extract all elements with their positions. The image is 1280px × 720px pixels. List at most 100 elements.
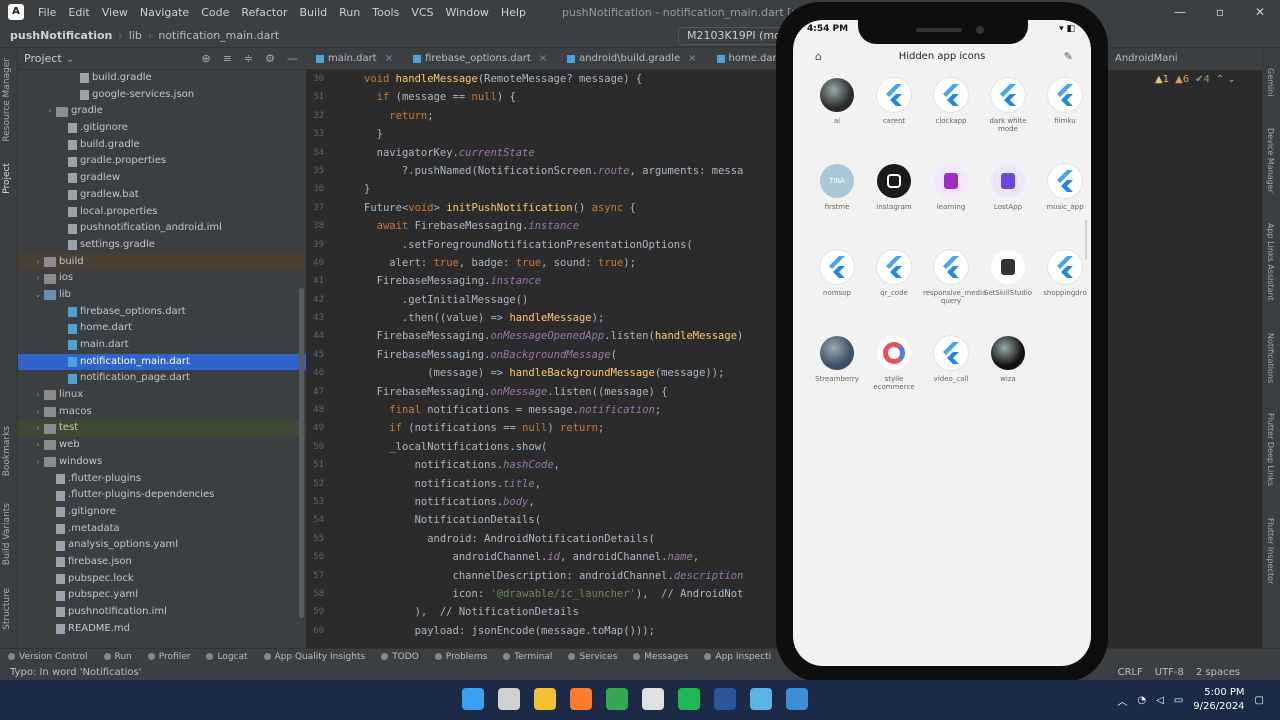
breadcrumb-file[interactable]: notification_main.dart (158, 29, 279, 42)
menu-build[interactable]: Build (294, 6, 334, 19)
tree-item[interactable]: firebase.json (18, 554, 306, 571)
tree-item[interactable]: › web (18, 437, 306, 454)
tree-item[interactable]: notification_page.dart (18, 370, 306, 387)
tree-item[interactable]: ⌄ lib (18, 287, 306, 304)
expand-chevron-icon[interactable]: › (32, 420, 44, 437)
tree-item[interactable]: pubspec.yaml (18, 587, 306, 604)
tool-gemini[interactable]: Gemini (1266, 68, 1275, 96)
tool-device-manager[interactable]: Device Manager (1266, 128, 1275, 193)
volume-icon[interactable]: ◁ (1156, 695, 1164, 706)
tree-item[interactable]: .gitignore (18, 504, 306, 521)
expand-chevron-icon[interactable]: › (32, 437, 44, 454)
hidden-app[interactable]: qr_code (866, 250, 922, 297)
tree-item[interactable]: › ios (18, 270, 306, 287)
status-message[interactable]: Typo: In word 'Notificatios' (10, 667, 141, 678)
inspection-widget[interactable]: ▲1 ▲6 ✔4 ⌃ ⌄ (1155, 74, 1236, 85)
tool-button[interactable]: App Quality Insights (256, 652, 374, 662)
menu-view[interactable]: View (96, 6, 134, 19)
menu-code[interactable]: Code (195, 6, 235, 19)
spotify-icon[interactable] (678, 688, 700, 710)
tree-item[interactable]: home.dart (18, 320, 306, 337)
close-tab-icon[interactable]: × (385, 48, 393, 70)
tree-item[interactable]: .flutter-plugins-dependencies (18, 487, 306, 504)
hidden-app[interactable]: nomsop (809, 250, 865, 297)
tree-item[interactable]: README.md (18, 621, 306, 638)
tree-item[interactable]: build.gradle (18, 137, 306, 154)
tree-item[interactable]: › macos (18, 404, 306, 421)
menu-navigate[interactable]: Navigate (134, 6, 195, 19)
hidden-app[interactable]: instagram (866, 164, 922, 211)
hidden-app[interactable]: SetSkillStudio (980, 250, 1036, 297)
hidden-app[interactable]: music_app (1037, 164, 1091, 211)
tree-item[interactable]: pushnotification.iml (18, 604, 306, 621)
tool-button[interactable]: Problems (427, 652, 495, 662)
hidden-app[interactable]: dark white mode (980, 78, 1036, 133)
file-encoding[interactable]: UTF-8 (1155, 667, 1184, 678)
tree-item[interactable]: › linux (18, 387, 306, 404)
hidden-app[interactable]: video_call (923, 336, 979, 383)
hidden-app[interactable]: stylle ecommerce (866, 336, 922, 391)
word-icon[interactable] (714, 688, 736, 710)
tool-flutter-inspector[interactable]: Flutter Inspector (1266, 518, 1275, 584)
windows-start-icon[interactable] (462, 688, 484, 710)
hidden-app[interactable]: carent (866, 78, 922, 125)
project-panel-title[interactable]: Project (24, 52, 62, 65)
tree-item[interactable]: gradlew (18, 170, 306, 187)
tool-button[interactable]: Services (560, 652, 625, 662)
chrome-icon[interactable] (606, 688, 628, 710)
tool-structure[interactable]: Structure (2, 588, 12, 630)
project-scrollbar[interactable] (299, 288, 304, 618)
menu-edit[interactable]: Edit (62, 6, 95, 19)
tree-item[interactable]: google-services.json (18, 87, 306, 104)
tree-item[interactable]: analysis_options.yaml (18, 537, 306, 554)
expand-chevron-icon[interactable]: ⌄ (32, 287, 44, 304)
tree-item[interactable]: › test (18, 420, 306, 438)
tool-button[interactable]: Messages (625, 652, 696, 662)
tree-item[interactable]: .metadata (18, 521, 306, 538)
firefox-icon[interactable] (570, 688, 592, 710)
tree-item[interactable]: firebase_options.dart (18, 304, 306, 321)
tool-app-links-assistant[interactable]: App Links Assistant (1266, 223, 1275, 301)
menu-refactor[interactable]: Refactor (235, 6, 293, 19)
close-tab-icon[interactable]: × (688, 48, 696, 70)
tool-build-variants[interactable]: Build Variants (2, 503, 12, 565)
android-studio-icon[interactable] (786, 688, 808, 710)
editor-tab[interactable]: android\build.gradle × (557, 48, 706, 69)
locate-icon[interactable]: ⊕ (201, 52, 210, 65)
expand-chevron-icon[interactable]: › (44, 103, 56, 120)
edit-icon[interactable]: ✎ (1064, 50, 1073, 63)
tool-button[interactable]: Run (96, 652, 140, 662)
hidden-app[interactable]: shoppingdro (1037, 250, 1091, 297)
media-icon[interactable] (642, 688, 664, 710)
tool-project[interactable]: Project (2, 163, 12, 194)
hidden-app[interactable]: ai (809, 78, 865, 125)
close-icon[interactable]: ✕ (1240, 0, 1280, 24)
tray-chevron-icon[interactable]: ︿ (1117, 693, 1127, 708)
hide-icon[interactable]: — (287, 52, 298, 65)
tree-item[interactable]: .flutter-plugins (18, 471, 306, 488)
tree-item[interactable]: › build (18, 253, 306, 271)
breadcrumb-project[interactable]: pushNotification (0, 29, 112, 42)
tree-item[interactable]: .gitignore (18, 120, 306, 137)
tool-bookmarks[interactable]: Bookmarks (2, 426, 12, 476)
tool-notifications[interactable]: Notifications (1266, 333, 1275, 383)
tree-item[interactable]: › windows (18, 454, 306, 471)
tool-flutter-deep-links[interactable]: Flutter Deep Links (1266, 413, 1275, 486)
tool-button[interactable]: TODO (373, 652, 427, 662)
line-separator[interactable]: CRLF (1117, 667, 1142, 678)
hidden-app[interactable]: Streamberry (809, 336, 865, 383)
hidden-app[interactable]: clockapp (923, 78, 979, 125)
task-view-icon[interactable] (498, 688, 520, 710)
tree-item[interactable]: pushnotification_android.iml (18, 220, 306, 237)
minimize-icon[interactable]: — (1160, 0, 1200, 24)
expand-all-icon[interactable]: ≡ (223, 52, 232, 65)
expand-chevron-icon[interactable]: › (32, 387, 44, 404)
wifi-icon[interactable]: ◔ (1137, 695, 1146, 706)
tree-item[interactable]: build.gradle (18, 70, 306, 87)
expand-chevron-icon[interactable]: › (32, 254, 44, 271)
notification-icon[interactable]: ▢ (1255, 695, 1264, 706)
tree-item[interactable]: gradlew.bat (18, 187, 306, 204)
tab-android-manifest[interactable]: AndroidMani (1105, 48, 1262, 70)
hidden-app[interactable]: learning (923, 164, 979, 211)
gear-icon[interactable]: ⚙ (265, 52, 275, 65)
